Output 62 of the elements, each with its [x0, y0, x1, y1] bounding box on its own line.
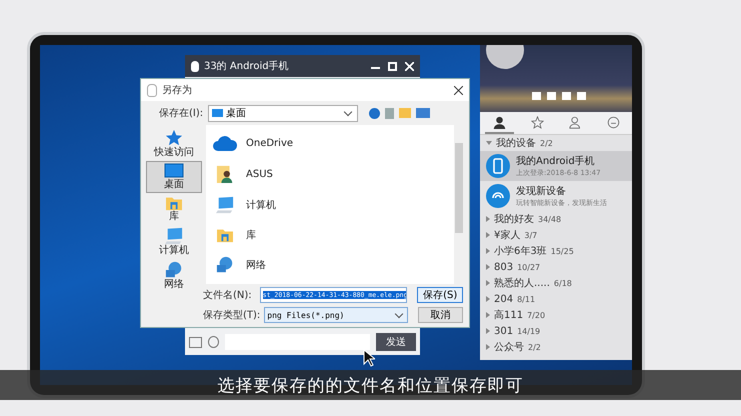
close-icon[interactable] [454, 86, 463, 94]
file-item[interactable]: 网络 [212, 252, 448, 278]
contact-group[interactable]: 我的设备 2/2 [480, 135, 632, 151]
maximize-icon[interactable] [388, 62, 397, 70]
field-label: 保存在(I): [159, 107, 204, 120]
group-count: 15/25 [550, 246, 574, 256]
place-button[interactable]: 快速访问 [146, 127, 202, 161]
contact-group[interactable]: 高111 7/20 [480, 307, 632, 323]
cancel-button[interactable]: 取消 [418, 307, 463, 323]
send-button[interactable]: 发送 [376, 333, 416, 351]
mouse-cursor-icon [363, 349, 375, 367]
file-item[interactable]: OneDrive [212, 131, 448, 156]
favorites-tab-icon [530, 116, 544, 128]
file-item[interactable]: 库 [212, 222, 448, 248]
library-icon [165, 195, 183, 211]
chats-tab-icon [606, 116, 620, 128]
contact-group[interactable]: 204 8/11 [480, 291, 632, 307]
dialog-title: 另存为 [162, 84, 193, 97]
group-count: 34/48 [538, 214, 562, 224]
desktop-icon [212, 109, 224, 117]
field-label: 保存类型(T): [203, 308, 260, 322]
group-count: 6/18 [554, 278, 572, 288]
device-name: 我的Android手机 [516, 154, 596, 168]
group-count: 14/19 [517, 326, 540, 336]
contact-group[interactable]: 803 10/27 [480, 259, 632, 275]
groups-tab-icon [568, 116, 582, 128]
phone-icon [486, 154, 510, 178]
contacts-tab-icon [492, 116, 506, 128]
place-button[interactable]: 桌面 [146, 161, 202, 193]
contact-group[interactable]: 301 14/19 [480, 323, 632, 339]
scroll-thumb[interactable] [455, 143, 463, 233]
group-count: 2/2 [540, 138, 553, 148]
place-button[interactable]: 网络 [146, 259, 202, 293]
contact-group[interactable]: 小学6年3班 15/25 [480, 243, 632, 259]
signal-icon [486, 184, 510, 208]
window-title: 33的 Android手机 [204, 60, 290, 73]
close-icon[interactable] [405, 62, 414, 70]
place-button[interactable]: 库 [146, 193, 202, 225]
contact-group[interactable]: 公众号 2/2 [480, 339, 632, 355]
message-input-field[interactable] [225, 334, 370, 350]
save-button[interactable]: 保存(S) [417, 287, 463, 303]
file-item[interactable]: 计算机 [212, 192, 448, 218]
field-label: 文件名(N): [203, 288, 253, 302]
contact-group[interactable]: 我的好友 34/48 [480, 211, 632, 227]
place-button[interactable]: 计算机 [146, 225, 202, 259]
group-count: 3/7 [524, 230, 538, 240]
scrollbar[interactable] [454, 125, 464, 284]
group-count: 2/2 [528, 342, 541, 352]
group-count: 8/11 [517, 294, 536, 304]
group-count: 10/27 [517, 262, 540, 272]
contact-group[interactable]: ¥家人 3/7 [480, 227, 632, 243]
cloud-icon [212, 136, 238, 152]
location-dropdown[interactable]: 桌面 [208, 104, 358, 122]
device-name: 发现新设备 [516, 184, 567, 198]
network-icon [164, 261, 184, 279]
desktop-icon [164, 163, 184, 179]
file-item[interactable]: ASUS [212, 161, 448, 187]
group-count: 7/20 [527, 310, 546, 320]
subtitle-text: 选择要保存的的文件名和位置保存即可 [218, 374, 524, 396]
file-type-dropdown[interactable]: png Files(*.png) [264, 307, 408, 323]
computer-icon [164, 227, 184, 245]
contact-group[interactable]: 熟悉的人..... 6/18 [480, 275, 632, 291]
